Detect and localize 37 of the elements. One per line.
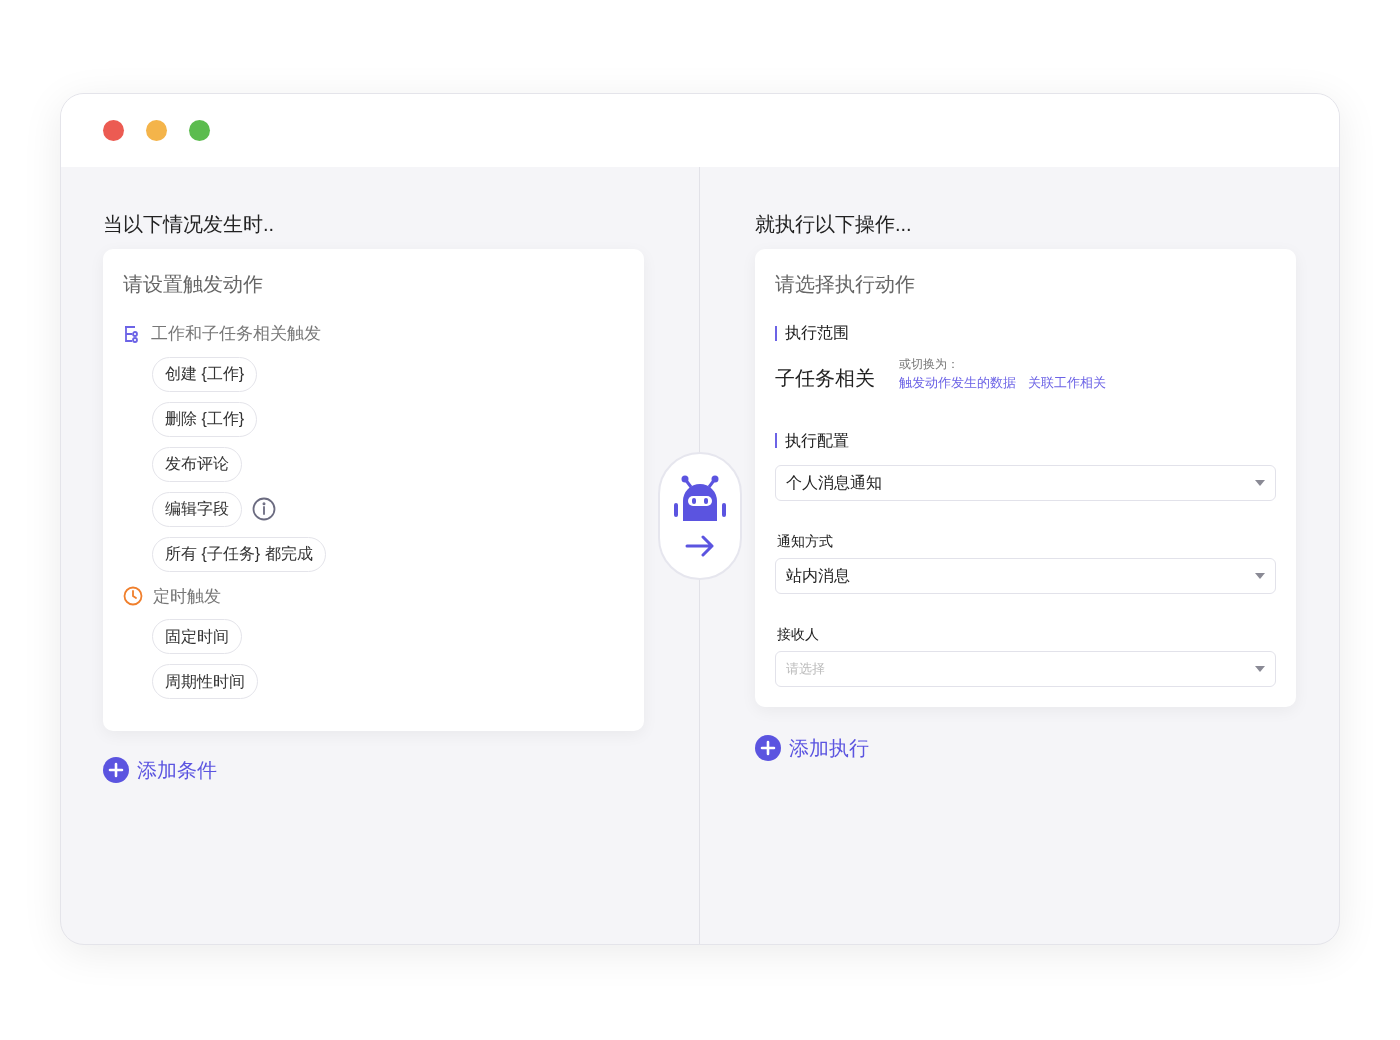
plus-circle-icon	[103, 757, 129, 783]
card-title: 请设置触发动作	[123, 272, 264, 297]
add-button[interactable]: 添加条件	[103, 755, 217, 785]
section-heading: 就执行以下操作...	[755, 212, 913, 237]
switch-hint: 或切换为：	[899, 356, 960, 373]
group-label: 工作和子任务相关触发	[151, 323, 321, 345]
tree-structure-icon	[123, 324, 141, 343]
plus-circle-icon	[755, 734, 781, 761]
clock-icon	[123, 586, 143, 607]
trigger-chip[interactable]: 发布评论	[152, 446, 242, 482]
add-button[interactable]: 添加执行	[755, 732, 869, 763]
section-label: 执行范围	[785, 323, 849, 343]
scope-value: 子任务相关	[775, 365, 875, 391]
group-label: 定时触发	[153, 585, 221, 608]
select-field[interactable]: 个人消息通知	[775, 464, 1276, 501]
switch-link[interactable]: 触发动作发生的数据	[899, 373, 1016, 393]
switch-link[interactable]: 关联工作相关	[1028, 373, 1106, 393]
dropdown-caret-icon	[1255, 665, 1265, 672]
trigger-chip[interactable]: 固定时间	[152, 619, 242, 654]
select-field[interactable]: 站内消息	[775, 557, 1276, 594]
field-label: 接收人	[776, 624, 820, 644]
section-heading: 当以下情况发生时..	[103, 212, 276, 237]
dropdown-caret-icon	[1255, 572, 1265, 579]
info-icon[interactable]	[252, 497, 276, 521]
arrow-right-icon	[685, 535, 715, 557]
section-label: 执行配置	[785, 430, 849, 451]
trigger-chip[interactable]: 所有 {子任务} 都完成	[152, 536, 326, 572]
trigger-chip[interactable]: 周期性时间	[152, 664, 258, 699]
trigger-chip[interactable]: 编辑字段	[152, 491, 242, 527]
section-marker	[775, 433, 777, 448]
trigger-chip[interactable]: 创建 {工作}	[152, 356, 258, 392]
section-marker	[775, 325, 777, 341]
card-title: 请选择执行动作	[775, 272, 916, 297]
dropdown-caret-icon	[1255, 479, 1265, 486]
robot-icon	[673, 475, 727, 521]
trigger-chip[interactable]: 删除 {工作}	[152, 401, 258, 437]
field-label: 通知方式	[776, 531, 834, 551]
